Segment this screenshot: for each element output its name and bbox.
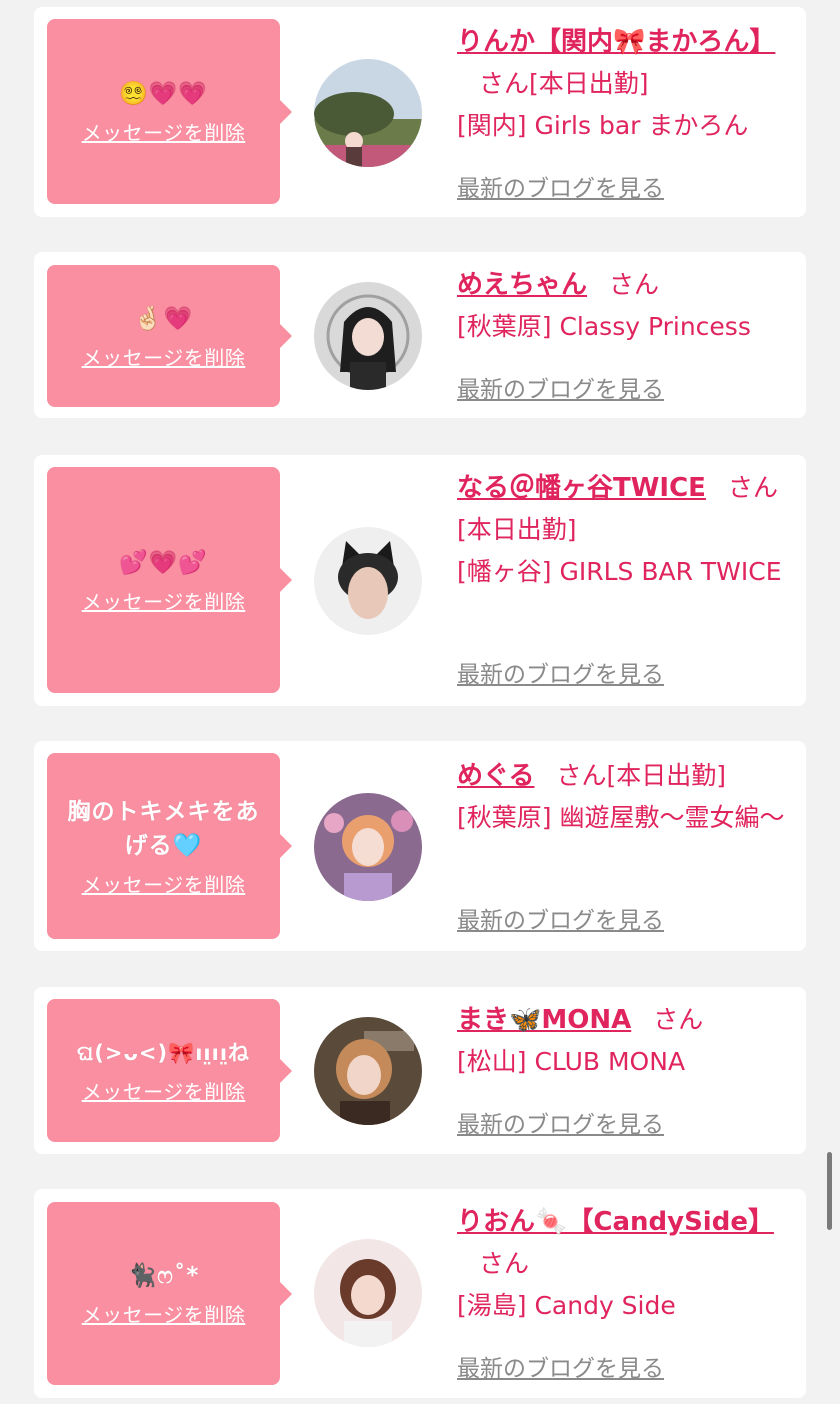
girl-name-link[interactable]: りんか【関内🎀まかろん】 (457, 27, 775, 57)
shop-name: [松山] CLUB MONA (457, 1047, 686, 1076)
delete-message-link[interactable]: メッセージを削除 (82, 586, 246, 615)
girl-info: なる＠幡ヶ谷TWICE さん [本日出勤] [幡ヶ谷] GIRLS BAR TWI… (457, 467, 797, 593)
latest-blog-link[interactable]: 最新のブログを見る (457, 901, 664, 935)
avatar-photo-garden (314, 59, 422, 167)
message-card: 😵‍💫💗💗 メッセージを削除 りんか【関内🎀まかろん】さん[本日出勤] [関内]… (34, 7, 806, 217)
girl-name-link[interactable]: めえちゃん (457, 270, 587, 300)
girl-info: めえちゃん さん [秋葉原] Classy Princess (457, 264, 797, 348)
shop-name: [関内] Girls bar まかろん (457, 111, 749, 140)
shop-name: [秋葉原] Classy Princess (457, 312, 751, 341)
message-bubble: 🐈‍⬛ෆ˚* メッセージを削除 (47, 1202, 292, 1385)
avatar-photo-cat-ears (314, 527, 422, 635)
message-bubble: 💕💗💕 メッセージを削除 (47, 467, 292, 693)
message-bubble: 胸のトキメキをあげる🩵 メッセージを削除 (47, 753, 292, 939)
girl-name-link[interactable]: りおん🍬【CandySide】 (457, 1207, 774, 1237)
message-text: ଘ(>ᴗ<)🎀ıı̤ıı̤ね (76, 1041, 251, 1065)
status-badge: [本日出勤] (529, 69, 649, 98)
shop-name: [湯島] Candy Side (457, 1291, 676, 1320)
honorific: さん (479, 1249, 530, 1278)
message-card: ଘ(>ᴗ<)🎀ıı̤ıı̤ね メッセージを削除 まき🦋MONA さん [松山] C… (34, 987, 806, 1154)
honorific: さん (609, 270, 660, 299)
avatar[interactable] (314, 1017, 422, 1125)
delete-message-link[interactable]: メッセージを削除 (82, 1299, 246, 1328)
avatar-photo-gothic (314, 282, 422, 390)
honorific: さん (653, 1005, 704, 1034)
message-card: 🤞🏻💗 メッセージを削除 めえちゃん さん [秋葉原] Classy Prince… (34, 252, 806, 418)
avatar-photo-club (314, 1017, 422, 1125)
message-text: 💕💗💕 (119, 549, 208, 576)
shop-name: [秋葉原] 幽遊屋敷〜霊女編〜 (457, 803, 785, 832)
message-bubble: ଘ(>ᴗ<)🎀ıı̤ıı̤ね メッセージを削除 (47, 999, 292, 1142)
message-card: 🐈‍⬛ෆ˚* メッセージを削除 りおん🍬【CandySide】さん [湯島] C… (34, 1189, 806, 1398)
scrollbar[interactable] (827, 1152, 832, 1230)
message-text: 🤞🏻💗 (133, 305, 194, 332)
avatar[interactable] (314, 1239, 422, 1347)
girl-name-link[interactable]: なる＠幡ヶ谷TWICE (457, 473, 706, 503)
status-badge: [本日出勤] (457, 515, 577, 544)
girl-name-link[interactable]: まき🦋MONA (457, 1005, 631, 1035)
latest-blog-link[interactable]: 最新のブログを見る (457, 1105, 664, 1139)
girl-info: りおん🍬【CandySide】さん [湯島] Candy Side (457, 1201, 797, 1327)
avatar[interactable] (314, 527, 422, 635)
girl-info: りんか【関内🎀まかろん】さん[本日出勤] [関内] Girls bar まかろん (457, 21, 797, 147)
girl-info: まき🦋MONA さん [松山] CLUB MONA (457, 999, 797, 1083)
honorific: さん (556, 761, 607, 790)
message-card: 💕💗💕 メッセージを削除 なる＠幡ヶ谷TWICE さん [本日出勤] [幡ヶ谷] … (34, 455, 806, 706)
message-bubble: 🤞🏻💗 メッセージを削除 (47, 265, 292, 407)
latest-blog-link[interactable]: 最新のブログを見る (457, 655, 664, 689)
girl-info: めぐる さん[本日出勤] [秋葉原] 幽遊屋敷〜霊女編〜 (457, 755, 797, 839)
status-badge: [本日出勤] (606, 761, 727, 790)
avatar[interactable] (314, 282, 422, 390)
message-text: 胸のトキメキをあげる🩵 (67, 798, 260, 859)
message-text: 🐈‍⬛ෆ˚* (127, 1263, 200, 1289)
message-bubble: 😵‍💫💗💗 メッセージを削除 (47, 19, 292, 204)
message-text: 😵‍💫💗💗 (119, 81, 208, 107)
honorific: さん (479, 69, 530, 98)
avatar-photo-purple (314, 793, 422, 901)
delete-message-link[interactable]: メッセージを削除 (82, 342, 246, 371)
shop-name: [幡ヶ谷] GIRLS BAR TWICE (457, 557, 782, 586)
latest-blog-link[interactable]: 最新のブログを見る (457, 1349, 664, 1383)
message-card: 胸のトキメキをあげる🩵 メッセージを削除 めぐる さん[本日出勤] [秋葉原] 幽… (34, 741, 806, 951)
avatar[interactable] (314, 59, 422, 167)
delete-message-link[interactable]: メッセージを削除 (82, 869, 246, 898)
delete-message-link[interactable]: メッセージを削除 (82, 1076, 246, 1105)
delete-message-link[interactable]: メッセージを削除 (82, 117, 246, 146)
avatar[interactable] (314, 793, 422, 901)
avatar-photo-candy (314, 1239, 422, 1347)
honorific: さん (727, 473, 778, 502)
latest-blog-link[interactable]: 最新のブログを見る (457, 169, 664, 203)
latest-blog-link[interactable]: 最新のブログを見る (457, 370, 664, 404)
girl-name-link[interactable]: めぐる (457, 761, 534, 791)
